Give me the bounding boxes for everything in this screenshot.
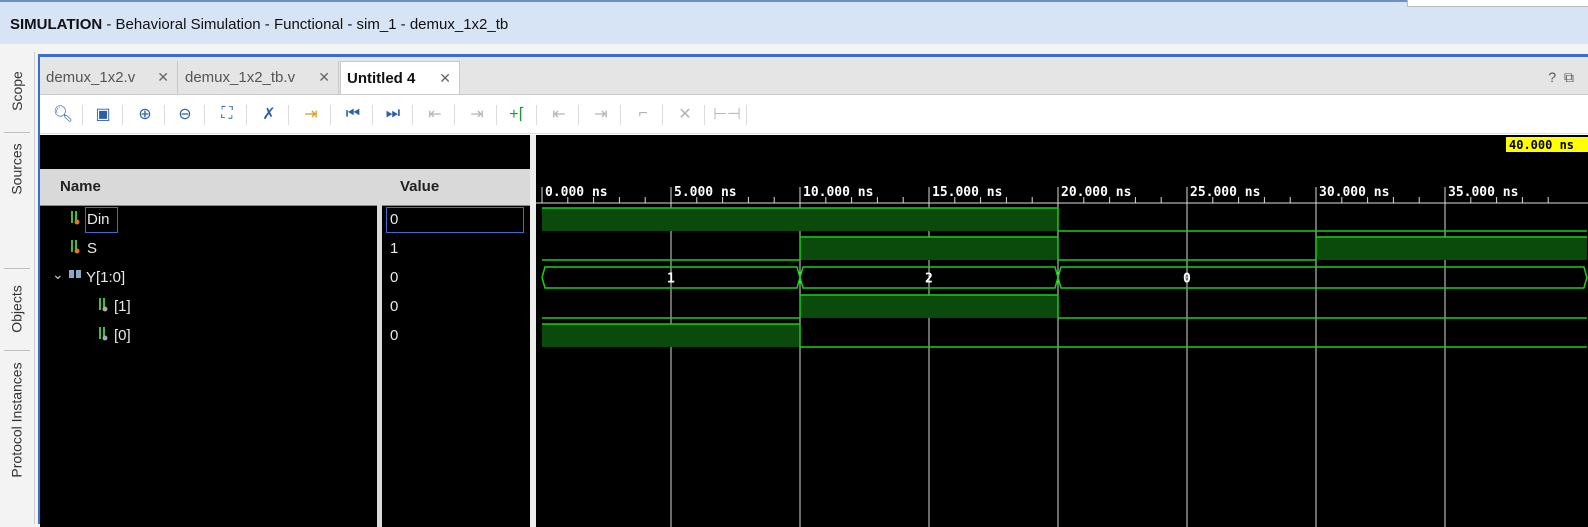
help-icon[interactable]: ? bbox=[1548, 69, 1556, 85]
time-label: 30.000 ns bbox=[1319, 185, 1389, 200]
close-icon[interactable]: ✕ bbox=[439, 70, 451, 87]
signal-column-header: Name Value bbox=[40, 169, 530, 206]
signal-row-y0[interactable]: [0] 0 bbox=[40, 321, 530, 350]
signal-row-y1[interactable]: [1] 0 bbox=[40, 292, 530, 321]
signal-icon bbox=[71, 240, 80, 254]
side-tab-strip: Scope Sources Objects Protocol Instances bbox=[0, 52, 35, 524]
name-column-header[interactable]: Name bbox=[60, 178, 101, 195]
s-wave-high-fill bbox=[800, 237, 1058, 260]
selection-box bbox=[85, 207, 118, 233]
previous-transition-icon[interactable]: ⇤ bbox=[424, 103, 446, 125]
y-bus-value-label: 2 bbox=[925, 272, 933, 287]
signal-value: 1 bbox=[390, 240, 399, 257]
side-tab-protocol-instances[interactable]: Protocol Instances bbox=[4, 350, 30, 489]
side-tab-scope[interactable]: Scope bbox=[4, 52, 30, 130]
time-label: 20.000 ns bbox=[1061, 185, 1131, 200]
time-label: 0.000 ns bbox=[545, 185, 608, 200]
cursor-time-label: 40.000 ns bbox=[1509, 138, 1574, 152]
waveform-viewer: Name Value Din 0 S 1 ⌄ Y[1:0] 0 [1] 0 [0… bbox=[40, 135, 1588, 527]
waveform-toolbar: 🔍︎ ▣ ⊕ ⊖ ⛶ ✗ ⇥ ⏮ ⏭ ⇤ ⇥ +⌈ ⇤ ⇥ ⌐ ✕ ⊢⊣ bbox=[40, 95, 1588, 134]
y0-wave-high-fill bbox=[542, 324, 800, 347]
y-bus-value-label: 0 bbox=[1183, 272, 1191, 287]
tab-demux-1x2-v[interactable]: demux_1x2.v ✕ bbox=[40, 61, 178, 94]
time-label: 35.000 ns bbox=[1448, 185, 1518, 200]
add-marker-icon[interactable]: +⌈ bbox=[506, 103, 528, 125]
y-bus-value-label: 1 bbox=[667, 272, 675, 287]
close-icon[interactable]: ✕ bbox=[318, 69, 330, 86]
swap-cursors-icon[interactable]: ⌐ bbox=[632, 103, 654, 125]
waveform-canvas[interactable]: 0.000 ns 5.000 ns 10.000 ns 15.000 ns 20.000… bbox=[536, 135, 1588, 527]
side-tab-objects[interactable]: Objects bbox=[4, 268, 30, 349]
previous-marker-icon[interactable]: ⇤ bbox=[548, 103, 570, 125]
save-icon[interactable]: ▣ bbox=[92, 103, 114, 125]
signal-value: 0 bbox=[390, 298, 399, 315]
y-bus-segment bbox=[1057, 266, 1588, 289]
search-icon[interactable]: 🔍︎ bbox=[52, 103, 74, 125]
snap-cursor-icon[interactable]: ✗ bbox=[258, 103, 280, 125]
title-bar-scroll-stub bbox=[1407, 0, 1588, 7]
go-to-end-icon[interactable]: ⏭ bbox=[382, 103, 404, 125]
time-label: 10.000 ns bbox=[803, 185, 873, 200]
tab-untitled-4[interactable]: Untitled 4 ✕ bbox=[340, 61, 460, 94]
signal-icon bbox=[71, 211, 80, 225]
zoom-out-icon[interactable]: ⊖ bbox=[174, 103, 196, 125]
time-label: 25.000 ns bbox=[1190, 185, 1260, 200]
time-label: 5.000 ns bbox=[674, 185, 737, 200]
zoom-in-icon[interactable]: ⊕ bbox=[134, 103, 156, 125]
time-label: 15.000 ns bbox=[932, 185, 1002, 200]
din-wave-high-fill bbox=[542, 208, 1058, 231]
signal-icon bbox=[99, 298, 108, 312]
signal-icon bbox=[99, 327, 108, 341]
file-tab-bar: demux_1x2.v ✕ demux_1x2_tb.v ✕ Untitled 4 ✕… bbox=[40, 57, 1588, 95]
window-controls: ? ⧉ bbox=[1548, 69, 1574, 86]
title-bar: SIMULATION - Behavioral Simulation - Fun… bbox=[0, 0, 1588, 44]
restore-icon[interactable]: ⧉ bbox=[1564, 69, 1574, 85]
tab-demux-1x2-tb-v[interactable]: demux_1x2_tb.v ✕ bbox=[179, 61, 339, 94]
close-icon[interactable]: ✕ bbox=[157, 69, 169, 86]
signal-name: S bbox=[87, 240, 98, 257]
value-selection-box bbox=[386, 207, 524, 233]
signal-value: 0 bbox=[390, 211, 399, 228]
chevron-down-icon[interactable]: ⌄ bbox=[52, 266, 64, 283]
window-title: SIMULATION - Behavioral Simulation - Fun… bbox=[10, 16, 509, 33]
signal-row-din[interactable]: Din 0 bbox=[40, 205, 530, 234]
signal-value: 0 bbox=[390, 327, 399, 344]
signal-name: [1] bbox=[114, 298, 131, 315]
go-to-cursor-icon[interactable]: ⇥ bbox=[300, 103, 322, 125]
cursor-delta-icon[interactable]: ⊢⊣ bbox=[713, 103, 741, 125]
value-column-header[interactable]: Value bbox=[400, 178, 439, 195]
waveform-panel: demux_1x2.v ✕ demux_1x2_tb.v ✕ Untitled 4 ✕… bbox=[38, 54, 1588, 527]
s-wave-high-fill bbox=[1316, 237, 1587, 260]
zoom-fit-icon[interactable]: ⛶ bbox=[216, 103, 238, 125]
signal-value: 0 bbox=[390, 269, 399, 286]
bus-icon bbox=[69, 270, 81, 278]
next-transition-icon[interactable]: ⇥ bbox=[466, 103, 488, 125]
signal-name: Y[1:0] bbox=[86, 269, 126, 286]
next-marker-icon[interactable]: ⇥ bbox=[590, 103, 612, 125]
go-to-start-icon[interactable]: ⏮ bbox=[342, 103, 364, 125]
signal-row-y[interactable]: ⌄ Y[1:0] 0 bbox=[40, 263, 530, 292]
y1-wave-high-fill bbox=[800, 295, 1058, 318]
signal-name: [0] bbox=[114, 327, 131, 344]
side-tab-sources[interactable]: Sources bbox=[4, 132, 30, 205]
delete-marker-icon[interactable]: ✕ bbox=[674, 103, 696, 125]
signal-row-s[interactable]: S 1 bbox=[40, 234, 530, 263]
